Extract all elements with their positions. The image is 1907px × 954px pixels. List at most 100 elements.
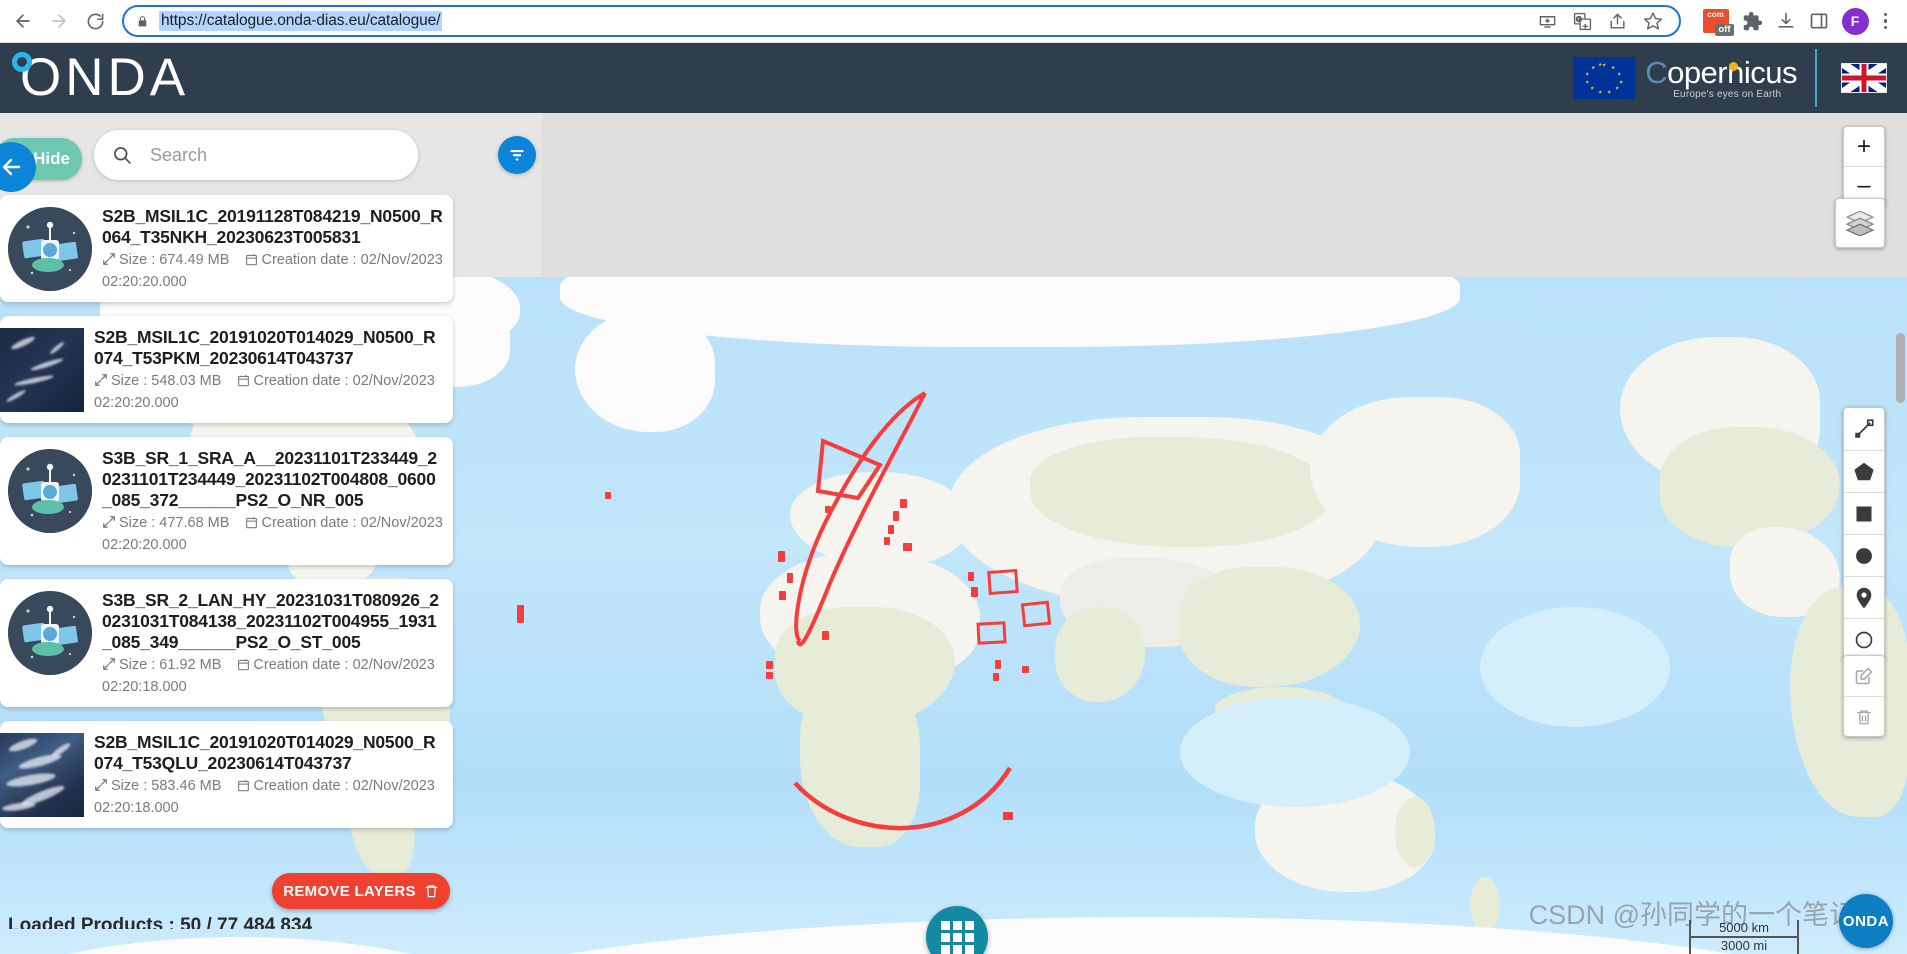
footprint-quad <box>987 568 1019 596</box>
creation-label: Creation date : <box>253 657 349 673</box>
map-scrollbar[interactable] <box>1896 333 1905 403</box>
list-item-body: S2B_MSIL1C_20191020T014029_N0500_R074_T5… <box>94 324 443 413</box>
onda-attribution-badge[interactable]: ONDA <box>1839 894 1893 948</box>
size-icon <box>102 252 116 272</box>
search-icon <box>114 147 131 164</box>
bookmark-star-icon[interactable] <box>1643 11 1663 31</box>
size-label: Size : <box>119 515 156 531</box>
size-value: 61.92 MB <box>159 657 222 673</box>
cast-download-icon[interactable] <box>1538 12 1557 31</box>
quicklook-thumbnail <box>0 733 84 817</box>
chrome-menu-icon[interactable] <box>1882 12 1896 30</box>
size-label: Size : <box>111 373 148 389</box>
edit-icon <box>1855 667 1873 685</box>
filter-button[interactable] <box>498 136 536 174</box>
list-item[interactable]: S3B_SR_1_SRA_A__20231101T233449_20231101… <box>0 437 453 565</box>
share-icon[interactable] <box>1608 12 1627 31</box>
remove-layers-button[interactable]: REMOVE LAYERS <box>272 873 450 909</box>
footprint-dot <box>968 572 974 581</box>
back-button[interactable] <box>6 4 40 38</box>
product-title: S3B_SR_1_SRA_A__20231101T233449_20231101… <box>102 448 437 510</box>
list-item[interactable]: S3B_SR_2_LAN_HY_20231031T080926_20231031… <box>0 579 453 707</box>
header-right: Copernicus Europe's eyes on Earth <box>1573 43 1907 113</box>
edit-layers-button[interactable] <box>1844 656 1884 696</box>
side-panel-icon[interactable] <box>1809 11 1829 31</box>
url-text: https://catalogue.onda-dias.eu/catalogue… <box>159 11 443 31</box>
translate-icon[interactable]: G <box>1573 12 1592 31</box>
draw-polygon-button[interactable] <box>1844 450 1884 492</box>
onda-catalogue-app: https://catalogue.onda-dias.eu/catalogue… <box>0 0 1907 954</box>
rectangle-icon <box>1856 506 1872 521</box>
draw-marker-button[interactable] <box>1844 576 1884 618</box>
zoom-in-button[interactable]: + <box>1844 127 1884 166</box>
product-meta: Size : 583.46 MB Creation date : 02/Nov/… <box>94 776 443 818</box>
delete-layers-button[interactable] <box>1844 696 1884 736</box>
calendar-icon <box>245 515 258 535</box>
comodo-extension-icon[interactable]: com off <box>1702 9 1734 36</box>
scale-km: 5000 km <box>1689 920 1799 938</box>
draw-circle-button[interactable] <box>1844 534 1884 576</box>
size-label: Size : <box>119 252 156 268</box>
product-title: S2B_MSIL1C_20191020T014029_N0500_R074_T5… <box>94 327 436 368</box>
draw-circlemarker-button[interactable] <box>1844 618 1884 660</box>
size-icon <box>102 515 116 535</box>
quicklook-thumbnail <box>0 328 84 412</box>
size-label: Size : <box>119 657 156 673</box>
reload-button[interactable] <box>78 4 112 38</box>
footprint-dot <box>995 660 1001 669</box>
size-icon <box>94 373 108 393</box>
header-divider <box>1815 49 1817 107</box>
loaded-products-status: Loaded Products : 50 / 77 484 834 <box>8 915 313 929</box>
language-flag-icon[interactable] <box>1841 63 1887 93</box>
circle-icon <box>1856 547 1872 564</box>
extension-off-badge: off <box>1715 24 1734 36</box>
edit-toolbar <box>1843 655 1885 737</box>
site-header: ONDA Copernicus Europe's eyes on Earth <box>0 43 1907 113</box>
calendar-icon <box>237 373 250 393</box>
onda-logo[interactable]: ONDA <box>0 43 189 113</box>
profile-avatar[interactable]: F <box>1841 7 1869 35</box>
list-item[interactable]: S2B_MSIL1C_20191128T084219_N0500_R064_T3… <box>0 195 453 302</box>
omnibox-actions: G <box>1538 11 1667 31</box>
list-item[interactable]: S2B_MSIL1C_20191020T014029_N0500_R074_T5… <box>0 316 453 423</box>
search-input[interactable]: Search <box>94 130 418 180</box>
result-list[interactable]: S2B_MSIL1C_20191128T084219_N0500_R064_T3… <box>0 195 545 895</box>
copernicus-tagline: Europe's eyes on Earth <box>1673 89 1782 100</box>
footprint-dot <box>779 591 786 600</box>
copernicus-title: Copernicus <box>1645 56 1797 89</box>
copernicus-word: opernicus <box>1667 55 1797 90</box>
footprint-dot <box>778 551 785 562</box>
extension-badge-text: com <box>1707 10 1724 19</box>
downloads-icon[interactable] <box>1776 11 1796 31</box>
footprint-dot <box>605 492 611 499</box>
size-value: 583.46 MB <box>151 778 222 794</box>
creation-label: Creation date : <box>261 515 357 531</box>
copernicus-text: Copernicus Europe's eyes on Earth <box>1645 56 1797 100</box>
footprint-dot <box>893 511 899 521</box>
extensions-puzzle-icon[interactable] <box>1742 11 1763 32</box>
size-value: 548.03 MB <box>151 373 222 389</box>
zoom-controls: + – <box>1843 126 1885 206</box>
eu-flag-icon <box>1573 57 1636 99</box>
browser-nav-buttons <box>0 4 112 38</box>
svg-text:G: G <box>1576 15 1582 23</box>
hide-panel-button[interactable]: Hide <box>0 138 82 192</box>
layers-button[interactable] <box>1835 198 1885 248</box>
forward-button[interactable] <box>42 4 76 38</box>
size-icon <box>94 778 108 798</box>
address-bar[interactable]: https://catalogue.onda-dias.eu/catalogue… <box>122 5 1681 37</box>
size-label: Size : <box>111 778 148 794</box>
draw-toolbar <box>1843 407 1885 661</box>
scale-mi: 3000 mi <box>1689 938 1799 954</box>
size-value: 674.49 MB <box>159 252 230 268</box>
creation-label: Creation date : <box>253 778 349 794</box>
list-item[interactable]: S2B_MSIL1C_20191020T014029_N0500_R074_T5… <box>0 721 453 828</box>
draw-rectangle-button[interactable] <box>1844 492 1884 534</box>
draw-polyline-button[interactable] <box>1844 408 1884 450</box>
footprint-dot <box>971 587 978 597</box>
grid-icon <box>940 920 974 954</box>
product-title: S3B_SR_2_LAN_HY_20231031T080926_20231031… <box>102 590 439 652</box>
footprint-dot <box>825 506 831 513</box>
list-item-body: S3B_SR_2_LAN_HY_20231031T080926_20231031… <box>102 587 443 697</box>
list-item-body: S3B_SR_1_SRA_A__20231101T233449_20231101… <box>102 445 443 555</box>
